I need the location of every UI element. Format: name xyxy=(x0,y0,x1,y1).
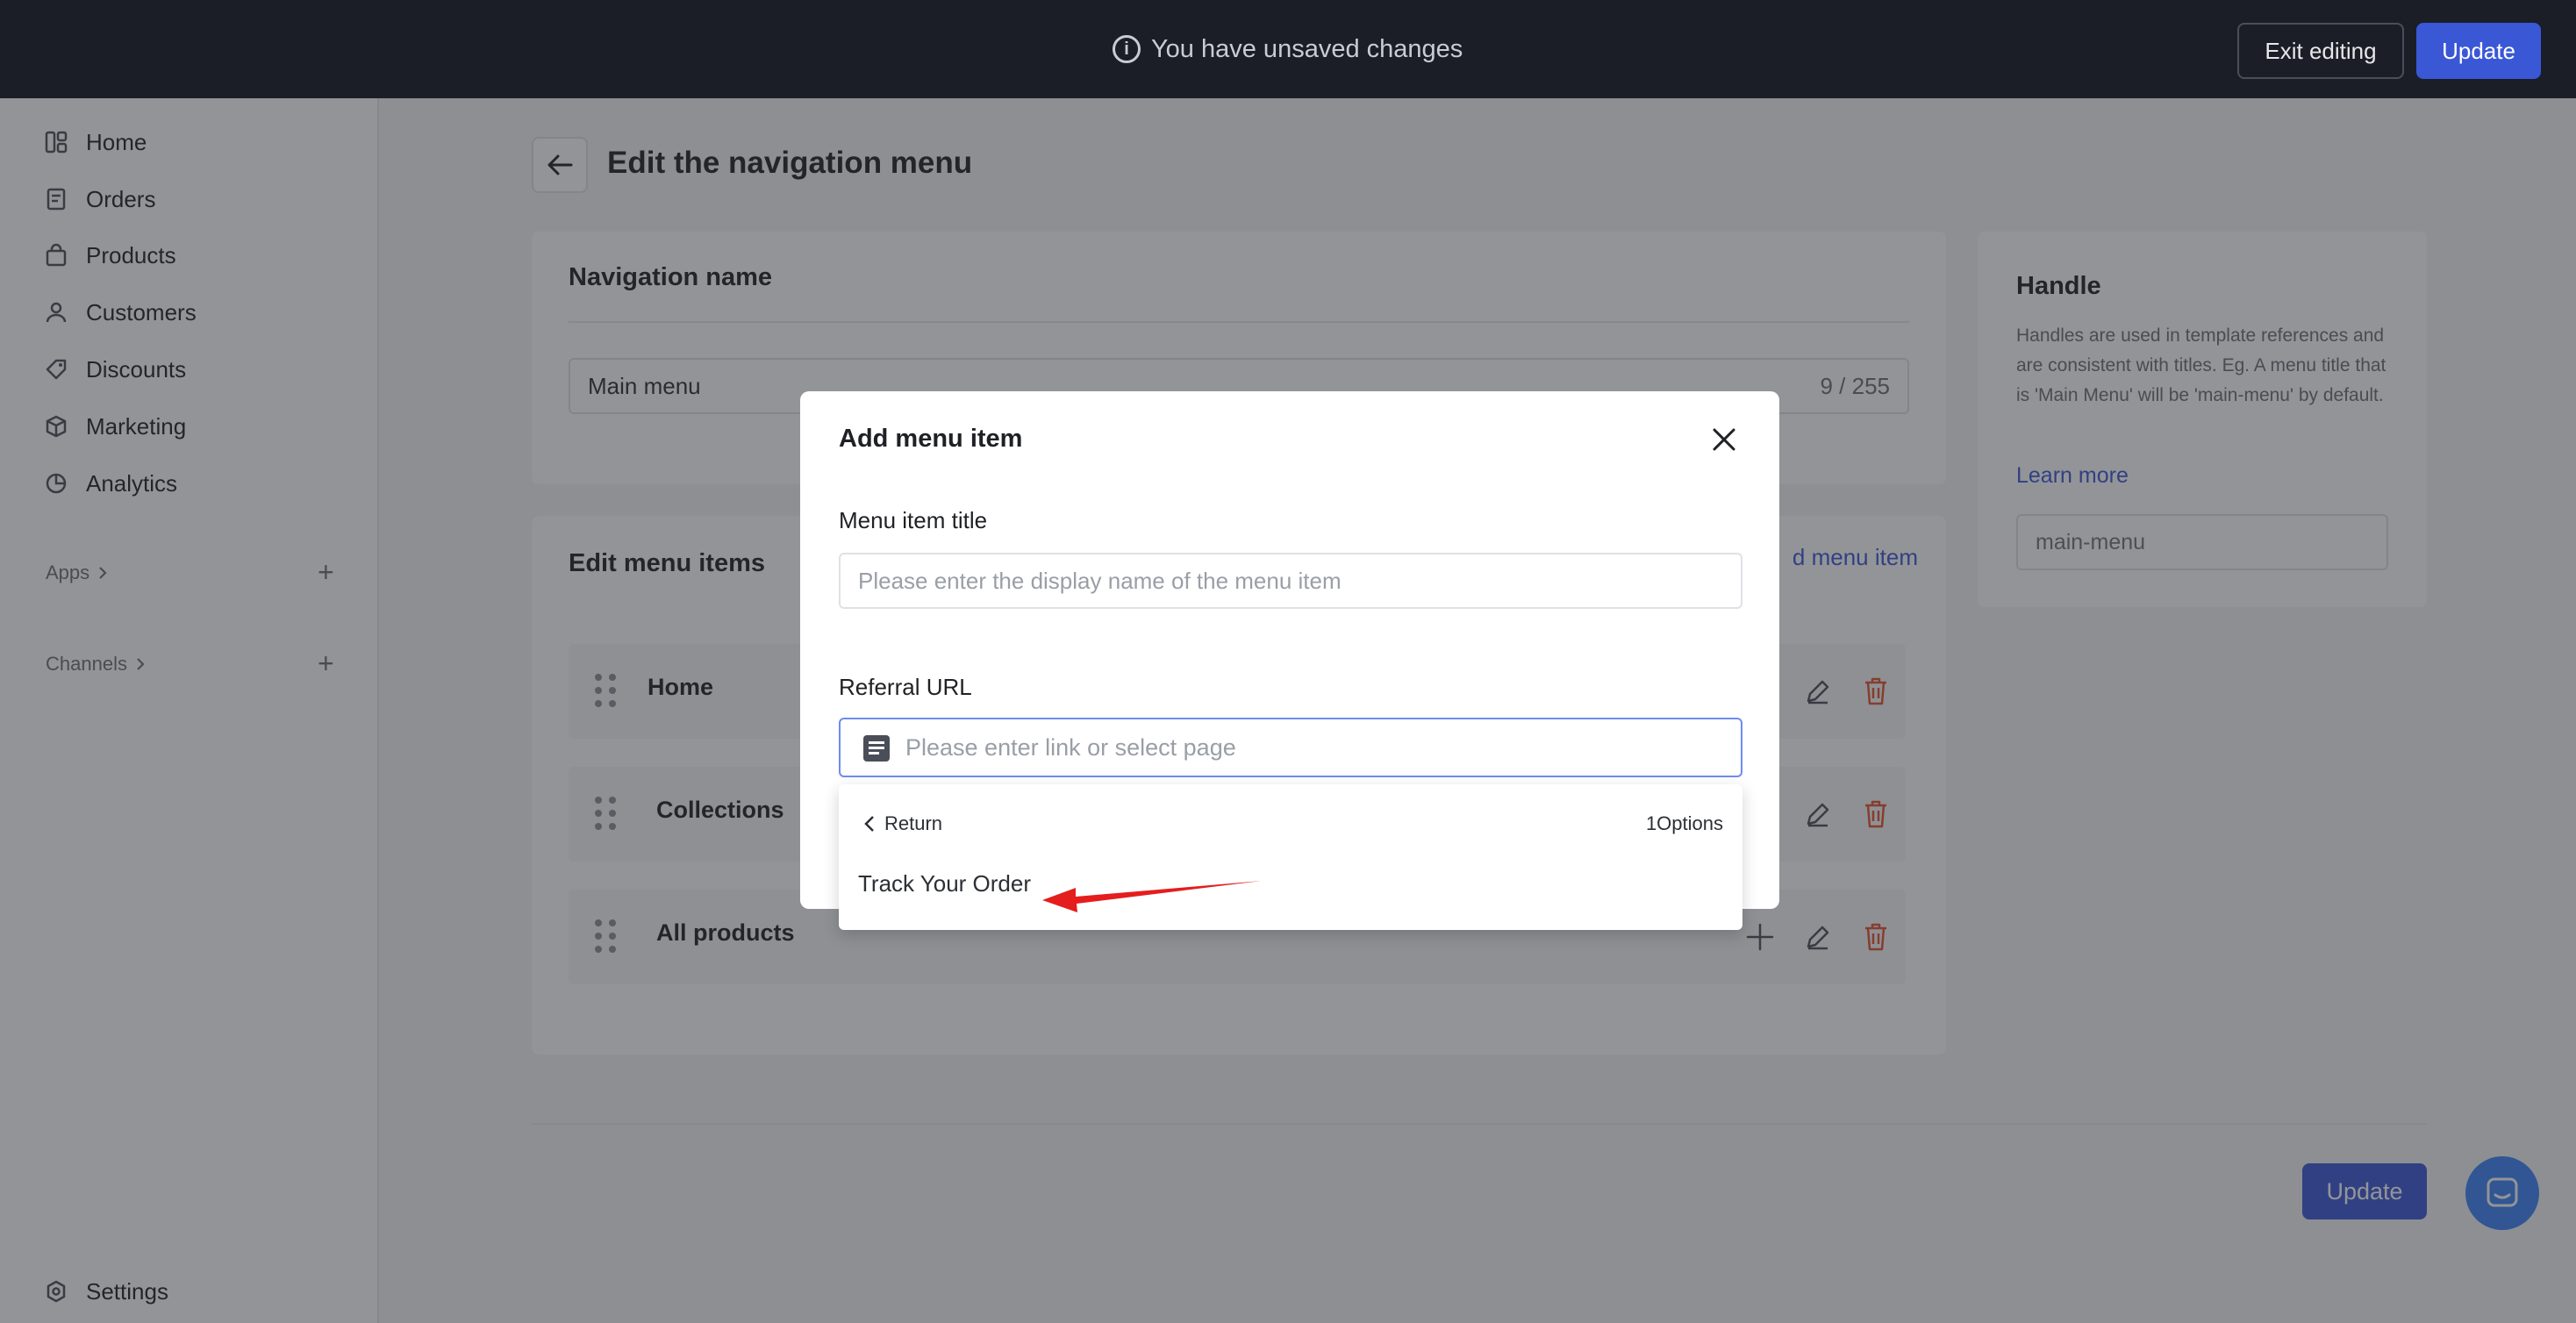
info-icon: i xyxy=(1113,35,1141,63)
referral-url-input[interactable] xyxy=(905,719,1730,776)
modal-title: Add menu item xyxy=(839,425,1023,453)
options-count: 1Options xyxy=(1645,812,1723,834)
exit-editing-button[interactable]: Exit editing xyxy=(2237,23,2404,79)
referral-url-field[interactable] xyxy=(839,718,1742,777)
chevron-left-icon xyxy=(864,816,874,832)
return-button[interactable]: Return xyxy=(863,812,942,835)
page-select-dropdown: Return 1Options Track Your Order xyxy=(839,784,1742,930)
close-icon xyxy=(1713,428,1735,451)
menu-item-title-input[interactable] xyxy=(839,553,1742,609)
close-button[interactable] xyxy=(1704,419,1744,460)
referral-url-label: Referral URL xyxy=(839,674,972,700)
dropdown-option[interactable]: Track Your Order xyxy=(858,870,1031,897)
unsaved-changes-text: You have unsaved changes xyxy=(1151,34,1463,63)
top-bar: i You have unsaved changes Exit editing … xyxy=(0,0,2576,98)
annotation-arrow xyxy=(1042,881,1262,912)
update-button-top[interactable]: Update xyxy=(2416,23,2541,79)
document-icon xyxy=(863,735,890,762)
unsaved-changes-notice: i You have unsaved changes xyxy=(1113,32,1463,67)
menu-item-title-label: Menu item title xyxy=(839,507,988,533)
return-label: Return xyxy=(884,812,943,834)
